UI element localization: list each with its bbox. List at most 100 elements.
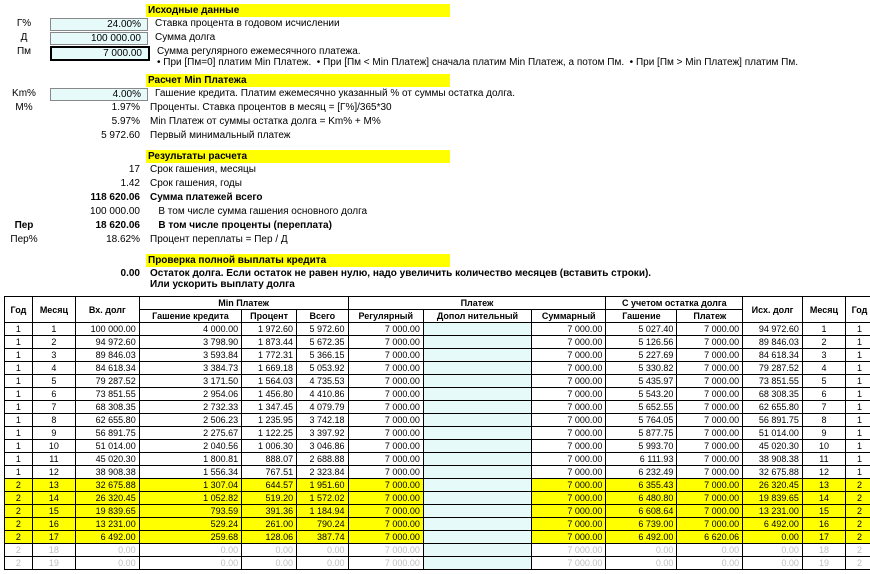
- cell: 7 000.00: [348, 557, 423, 570]
- cell[interactable]: [423, 414, 531, 427]
- cell: 12: [32, 466, 75, 479]
- cell: 7 000.00: [532, 479, 606, 492]
- cell[interactable]: [423, 362, 531, 375]
- param-value: 1.97%: [50, 102, 146, 113]
- cell: 1: [5, 453, 33, 466]
- table-row: 1484 618.343 384.731 669.185 053.927 000…: [5, 362, 870, 375]
- cell: 1: [5, 388, 33, 401]
- cell: 1 235.95: [242, 414, 297, 427]
- cell: 79 287.52: [75, 375, 139, 388]
- cell: 3 397.92: [297, 427, 349, 440]
- cell: 0.00: [242, 544, 297, 557]
- cell: 7 000.00: [677, 453, 743, 466]
- cell[interactable]: [423, 518, 531, 531]
- param-row: 5 972.60Первый минимальный платеж: [4, 130, 870, 144]
- cell[interactable]: [423, 531, 531, 544]
- cell: 767.51: [242, 466, 297, 479]
- cell[interactable]: [423, 453, 531, 466]
- table-row: 1389 846.033 593.841 772.315 366.157 000…: [5, 349, 870, 362]
- cell: 6 232.49: [606, 466, 677, 479]
- cell: 19: [802, 557, 845, 570]
- cell[interactable]: [423, 544, 531, 557]
- cell[interactable]: [423, 323, 531, 336]
- cell: 17: [32, 531, 75, 544]
- param-value[interactable]: 7 000.00: [50, 46, 150, 61]
- cell: 1 669.18: [242, 362, 297, 375]
- cell: 7 000.00: [677, 427, 743, 440]
- cell: 5 330.82: [606, 362, 677, 375]
- cell: 0.00: [75, 544, 139, 557]
- cell: 7 000.00: [532, 505, 606, 518]
- cell[interactable]: [423, 336, 531, 349]
- cell: 6 608.64: [606, 505, 677, 518]
- cell[interactable]: [423, 401, 531, 414]
- param-value: 5 972.60: [50, 130, 146, 141]
- cell: 18: [32, 544, 75, 557]
- cell: 7 000.00: [348, 388, 423, 401]
- cell: 3 171.50: [139, 375, 241, 388]
- cell[interactable]: [423, 505, 531, 518]
- cell: 19: [32, 557, 75, 570]
- cell: 2: [5, 492, 33, 505]
- cell: 391.36: [242, 505, 297, 518]
- cell: 68 308.35: [743, 388, 803, 401]
- table-row: 1579 287.523 171.501 564.034 735.537 000…: [5, 375, 870, 388]
- cell: 6 620.06: [677, 531, 743, 544]
- param-label: Д: [4, 32, 50, 43]
- param-value[interactable]: 24.00%: [50, 18, 148, 31]
- cell: 1: [846, 336, 870, 349]
- cell: 7 000.00: [677, 440, 743, 453]
- cell: 6 355.43: [606, 479, 677, 492]
- cell: 6: [802, 388, 845, 401]
- cell: 1: [5, 427, 33, 440]
- cell: 644.57: [242, 479, 297, 492]
- cell: 7 000.00: [532, 544, 606, 557]
- cell[interactable]: [423, 375, 531, 388]
- cell: 7 000.00: [348, 479, 423, 492]
- cell: 5 672.35: [297, 336, 349, 349]
- param-label: Km%: [4, 88, 50, 99]
- param-value[interactable]: 100 000.00: [50, 32, 148, 45]
- param-desc: Остаток долга. Если остаток не равен нул…: [146, 268, 870, 290]
- cell: 1: [5, 362, 33, 375]
- cell: 7 000.00: [532, 440, 606, 453]
- cell: 2: [802, 336, 845, 349]
- cell: 1 006.30: [242, 440, 297, 453]
- cell[interactable]: [423, 466, 531, 479]
- cell[interactable]: [423, 427, 531, 440]
- cell[interactable]: [423, 479, 531, 492]
- cell: 3: [802, 349, 845, 362]
- param-row: 118 620.06Сумма платежей всего: [4, 192, 870, 206]
- cell: 0.00: [743, 531, 803, 544]
- cell[interactable]: [423, 557, 531, 570]
- cell: 2: [846, 544, 870, 557]
- cell: 5 764.05: [606, 414, 677, 427]
- table-row: 21519 839.65793.59391.361 184.947 000.00…: [5, 505, 870, 518]
- section-title: Проверка полной выплаты кредита: [146, 254, 450, 267]
- cell: 38 908.38: [75, 466, 139, 479]
- cell: 5 227.69: [606, 349, 677, 362]
- cell: 1 307.04: [139, 479, 241, 492]
- cell[interactable]: [423, 388, 531, 401]
- table-row: 1768 308.352 732.331 347.454 079.797 000…: [5, 401, 870, 414]
- cell: 7 000.00: [348, 336, 423, 349]
- cell: 3 742.18: [297, 414, 349, 427]
- param-value[interactable]: 4.00%: [50, 88, 148, 101]
- cell: 5 027.40: [606, 323, 677, 336]
- cell: 7 000.00: [348, 414, 423, 427]
- cell: 84 618.34: [75, 362, 139, 375]
- cell[interactable]: [423, 492, 531, 505]
- cell: 84 618.34: [743, 349, 803, 362]
- cell[interactable]: [423, 440, 531, 453]
- cell: 5 126.56: [606, 336, 677, 349]
- section-title: Расчет Min Платежа: [146, 74, 450, 87]
- cell: 1 572.02: [297, 492, 349, 505]
- param-row: Пер18 620.06 В том числе проценты (переп…: [4, 220, 870, 234]
- cell[interactable]: [423, 349, 531, 362]
- col-month2: Месяц: [802, 297, 845, 323]
- cell: 100 000.00: [75, 323, 139, 336]
- cell: 19 839.65: [743, 492, 803, 505]
- cell: 13 231.00: [75, 518, 139, 531]
- cell: 1 772.31: [242, 349, 297, 362]
- cell: 7 000.00: [348, 544, 423, 557]
